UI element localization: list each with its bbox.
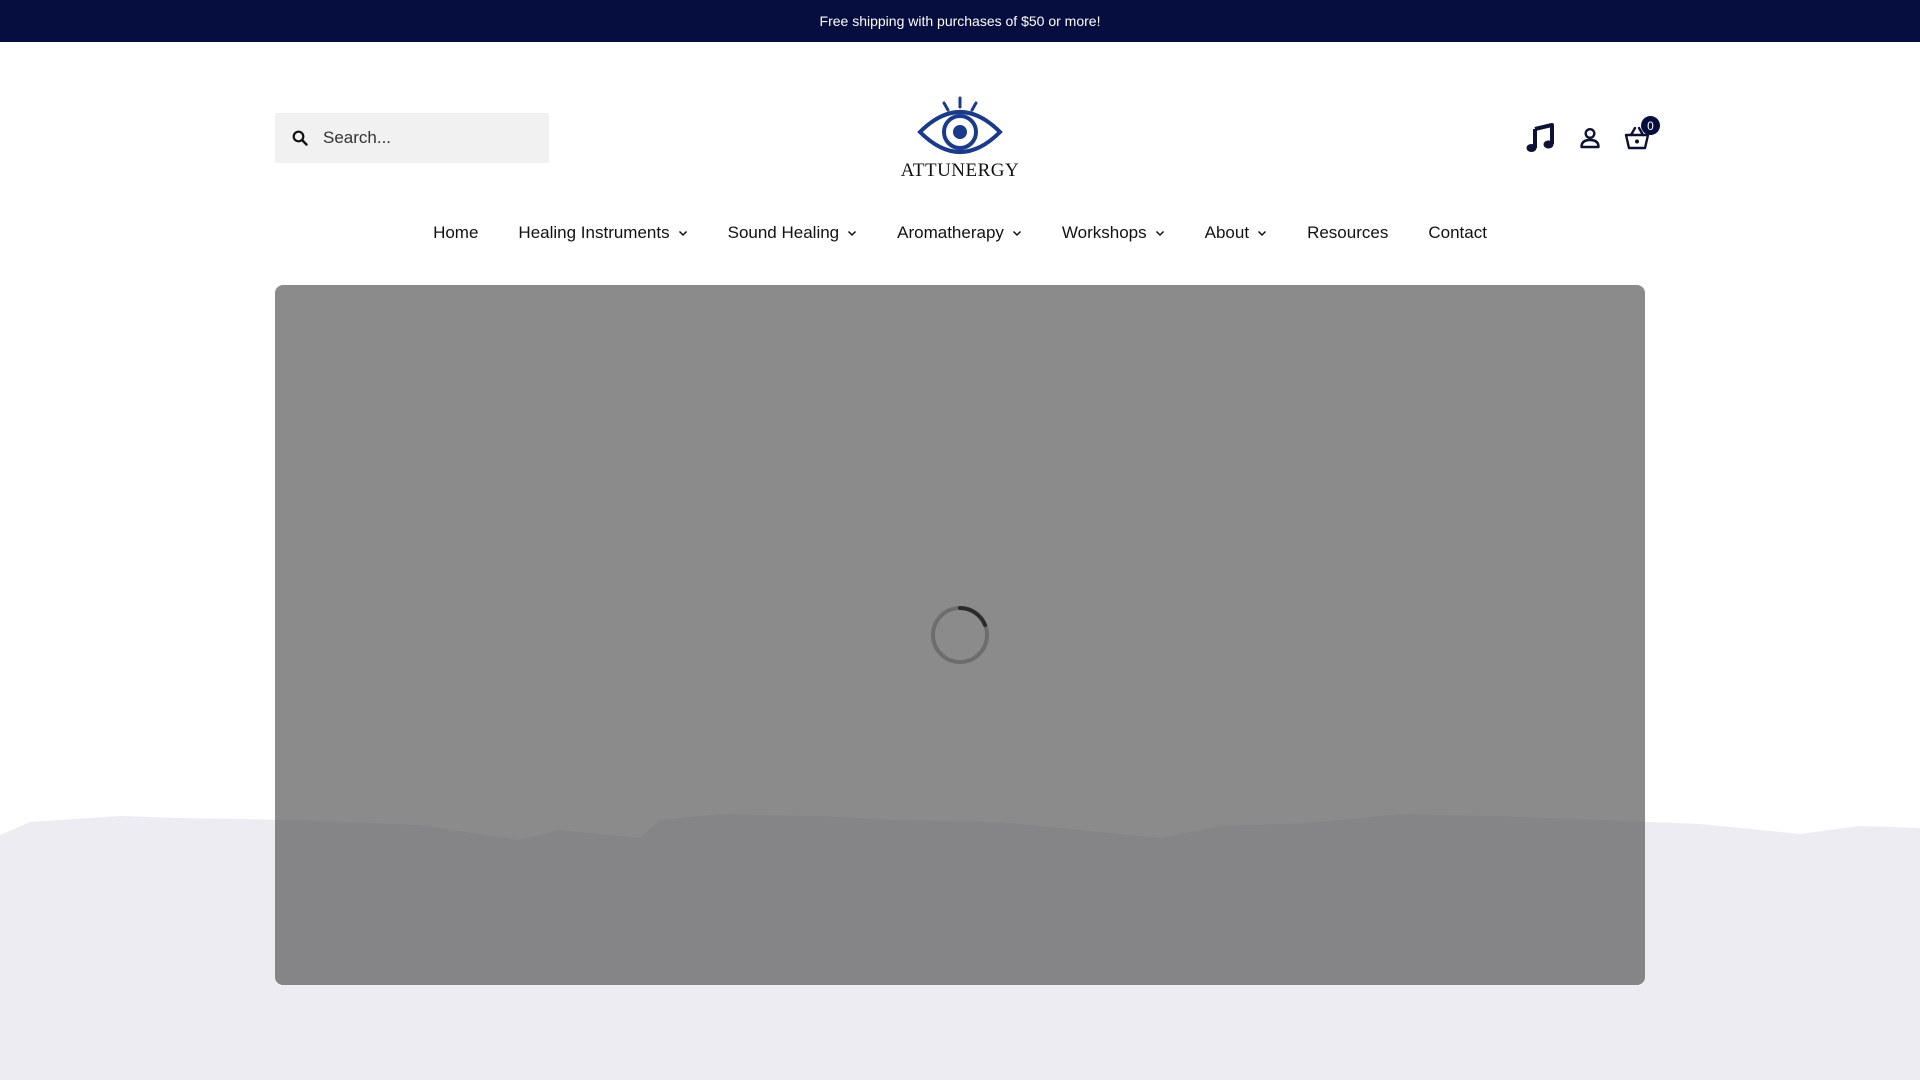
nav-item-label: Contact bbox=[1428, 223, 1487, 242]
chevron-down-icon bbox=[1155, 228, 1165, 238]
nav-item-label: About bbox=[1204, 223, 1250, 242]
nav-item-home[interactable]: Home bbox=[433, 223, 478, 243]
nav-item-label: Workshops bbox=[1061, 223, 1147, 242]
nav-item-healing-instruments[interactable]: Healing Instruments bbox=[518, 223, 687, 243]
search-icon[interactable] bbox=[291, 129, 309, 147]
nav-item-sound-healing[interactable]: Sound Healing bbox=[728, 223, 858, 243]
nav-item-aromatherapy[interactable]: Aromatherapy bbox=[897, 223, 1022, 243]
nav-item-label: Resources bbox=[1307, 223, 1389, 242]
search-box[interactable] bbox=[275, 113, 549, 163]
loading-spinner-icon bbox=[931, 606, 989, 664]
cart-count-badge: 0 bbox=[1641, 116, 1660, 135]
music-note-icon[interactable] bbox=[1525, 123, 1555, 153]
chevron-down-icon bbox=[678, 228, 688, 238]
basket-icon[interactable]: 0 bbox=[1624, 116, 1660, 150]
nav-item-workshops[interactable]: Workshops bbox=[1062, 223, 1165, 243]
announcement-bar: Free shipping with purchases of $50 or m… bbox=[0, 0, 1920, 42]
chevron-down-icon bbox=[1257, 228, 1267, 238]
header-icons: 0 bbox=[1525, 116, 1660, 158]
nav-item-label: Home bbox=[433, 223, 479, 242]
user-icon[interactable] bbox=[1579, 127, 1601, 149]
site-logo[interactable]: ATTUNERGY bbox=[900, 96, 1020, 186]
nav-item-label: Aromatherapy bbox=[897, 223, 1004, 242]
nav-item-label: Healing Instruments bbox=[518, 223, 670, 242]
nav-item-resources[interactable]: Resources bbox=[1307, 223, 1388, 243]
eye-logo-icon bbox=[917, 96, 1003, 154]
search-input[interactable] bbox=[323, 128, 533, 148]
chevron-down-icon bbox=[1012, 228, 1022, 238]
nav-item-about[interactable]: About bbox=[1205, 223, 1267, 243]
nav-item-label: Sound Healing bbox=[727, 223, 840, 242]
logo-text: ATTUNERGY bbox=[900, 160, 1020, 181]
main-nav: Home Healing Instruments Sound Healing A… bbox=[0, 218, 1920, 248]
announcement-text: Free shipping with purchases of $50 or m… bbox=[819, 13, 1101, 29]
nav-item-contact[interactable]: Contact bbox=[1428, 223, 1487, 243]
hero-media-placeholder bbox=[275, 285, 1645, 985]
chevron-down-icon bbox=[847, 228, 857, 238]
